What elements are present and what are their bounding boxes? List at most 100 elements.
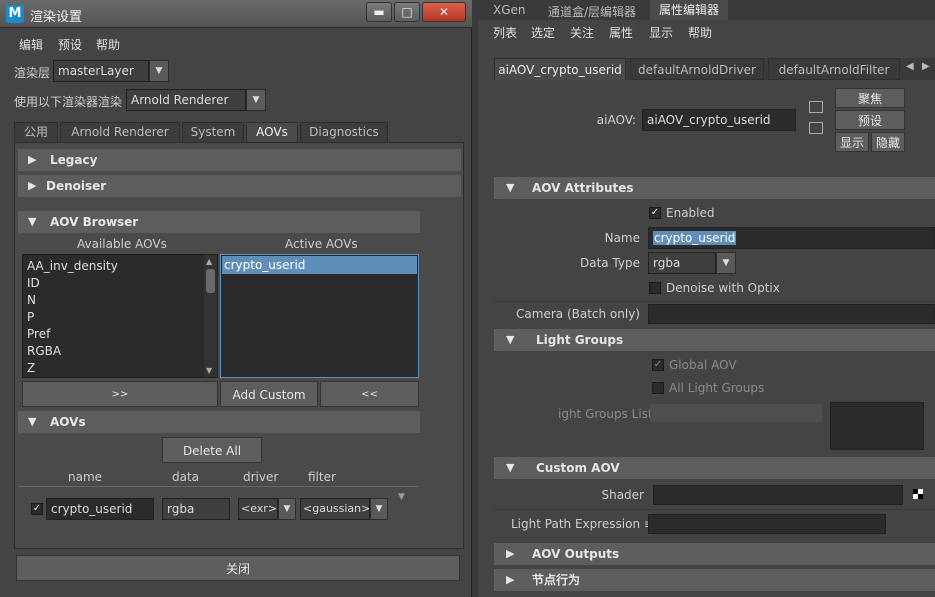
scroll-up-icon[interactable]: ▲ <box>206 257 212 266</box>
output-connection-icon[interactable] <box>809 122 823 134</box>
active-aovs-list[interactable]: crypto_userid <box>220 254 419 378</box>
input-connection-icon[interactable] <box>809 101 823 113</box>
triangle-right-icon: ▶ <box>28 153 37 166</box>
section-light-groups[interactable]: ▼ Light Groups <box>494 329 935 351</box>
menu-list[interactable]: 列表 <box>493 24 517 41</box>
chevron-down-icon[interactable]: ▼ <box>716 252 736 274</box>
node-name-label: aiAOV: <box>596 113 636 127</box>
list-item[interactable]: crypto_userid <box>224 258 305 272</box>
global-aov-checkbox[interactable]: ✓ <box>652 359 664 371</box>
section-aov-outputs[interactable]: ▶ AOV Outputs <box>494 543 935 565</box>
menu-selected[interactable]: 选定 <box>531 24 555 41</box>
column-header-driver: driver <box>243 470 279 484</box>
delete-all-button[interactable]: Delete All <box>162 437 262 463</box>
tab-xgen[interactable]: XGen <box>493 3 526 17</box>
minimize-button[interactable]: ▬ <box>366 2 392 22</box>
list-item[interactable]: Pref <box>27 327 50 341</box>
scrollbar-thumb[interactable] <box>206 269 215 293</box>
light-groups-list-box[interactable] <box>830 402 924 450</box>
scroll-left-icon[interactable]: ◀ <box>906 61 914 72</box>
scroll-down-icon[interactable]: ▼ <box>206 366 212 375</box>
menu-focus[interactable]: 关注 <box>570 24 594 41</box>
chevron-down-icon[interactable]: ▼ <box>370 498 388 520</box>
node-name-field[interactable]: aiAOV_crypto_userid <box>642 109 796 131</box>
render-settings-dialog: M 渲染设置 ▬ □ ✕ 编辑 预设 帮助 渲染层 masterLayer ▼ … <box>0 0 472 597</box>
presets-button[interactable]: 预设 <box>835 110 905 130</box>
menu-attributes[interactable]: 属性 <box>609 24 633 41</box>
list-item[interactable]: ID <box>27 276 40 290</box>
menu-help[interactable]: 帮助 <box>96 36 120 53</box>
all-light-groups-checkbox[interactable] <box>652 382 664 394</box>
tab-arnold-renderer[interactable]: Arnold Renderer <box>60 122 180 142</box>
available-aovs-label: Available AOVs <box>77 237 167 251</box>
remove-aov-button[interactable]: << <box>320 381 419 407</box>
renderer-dropdown[interactable]: Arnold Renderer <box>126 89 246 111</box>
chevron-down-icon[interactable]: ▼ <box>398 492 405 502</box>
top-tab-bar: XGen 通道盒/层编辑器 属性编辑器 <box>478 0 935 20</box>
enabled-checkbox[interactable]: ✓ <box>649 207 661 219</box>
aov-enabled-checkbox[interactable]: ✓ <box>31 503 43 515</box>
active-aovs-label: Active AOVs <box>285 237 358 251</box>
tab-diagnostics[interactable]: Diagnostics <box>300 122 388 142</box>
camera-input[interactable] <box>648 304 935 324</box>
scroll-right-icon[interactable]: ▶ <box>922 61 930 72</box>
node-tab-aov[interactable]: aiAOV_crypto_userid <box>494 58 626 80</box>
aov-name-field[interactable]: crypto_userid <box>46 498 154 520</box>
focus-button[interactable]: 聚焦 <box>835 88 905 108</box>
tab-common[interactable]: 公用 <box>14 122 58 142</box>
list-item[interactable]: RGBA <box>27 344 61 358</box>
maximize-button[interactable]: □ <box>394 2 420 22</box>
list-item[interactable]: N <box>27 293 36 307</box>
title-bar[interactable]: M 渲染设置 ▬ □ ✕ <box>0 0 472 28</box>
shader-input[interactable] <box>653 485 903 505</box>
section-legacy[interactable]: ▶ Legacy <box>18 149 461 171</box>
menu-help[interactable]: 帮助 <box>688 24 712 41</box>
column-header-filter: filter <box>308 470 336 484</box>
menu-edit[interactable]: 编辑 <box>19 36 43 53</box>
section-node-behavior[interactable]: ▶ 节点行为 <box>494 569 935 591</box>
available-aovs-list[interactable]: AA_inv_density ID N P Pref RGBA Z ▲ ▼ <box>22 254 218 378</box>
section-aovs[interactable]: ▼ AOVs <box>18 411 420 433</box>
section-aov-browser[interactable]: ▼ AOV Browser <box>18 211 420 233</box>
shader-label: Shader <box>601 488 644 502</box>
hide-button[interactable]: 隐藏 <box>871 132 905 152</box>
render-layer-dropdown[interactable]: masterLayer <box>53 60 149 82</box>
list-item[interactable]: AA_inv_density <box>27 259 118 273</box>
aov-driver-dropdown[interactable]: <exr> <box>238 498 278 520</box>
tab-channel-box[interactable]: 通道盒/层编辑器 <box>548 3 636 20</box>
aov-filter-dropdown[interactable]: <gaussian> <box>300 498 370 520</box>
lpe-input[interactable] <box>648 514 886 534</box>
divider <box>494 509 935 510</box>
node-tab-filter[interactable]: defaultArnoldFilter <box>768 58 900 80</box>
close-window-button[interactable]: ✕ <box>422 2 466 22</box>
data-type-dropdown[interactable]: rgba <box>648 252 716 274</box>
node-tab-bar: aiAOV_crypto_userid defaultArnoldDriver … <box>494 58 935 80</box>
triangle-down-icon: ▼ <box>506 181 515 194</box>
show-button[interactable]: 显示 <box>835 132 869 152</box>
chevron-down-icon[interactable]: ▼ <box>246 89 266 111</box>
list-item[interactable]: P <box>27 310 34 324</box>
tab-aovs[interactable]: AOVs <box>246 122 298 142</box>
tab-system[interactable]: System <box>182 122 244 142</box>
tab-attribute-editor[interactable]: 属性编辑器 <box>650 0 728 20</box>
menu-show[interactable]: 显示 <box>649 24 673 41</box>
chevron-down-icon[interactable]: ▼ <box>149 60 169 82</box>
chevron-down-icon[interactable]: ▼ <box>278 498 296 520</box>
section-custom-aov[interactable]: ▼ Custom AOV <box>494 457 935 479</box>
checker-icon[interactable] <box>913 489 923 499</box>
triangle-down-icon: ▼ <box>506 333 515 346</box>
scrollbar[interactable]: ▲ ▼ <box>204 255 217 377</box>
aov-name-input[interactable]: crypto_userid <box>648 227 935 249</box>
section-aov-attributes[interactable]: ▼ AOV Attributes <box>494 177 935 199</box>
light-groups-list-input[interactable] <box>650 404 822 422</box>
node-tab-driver[interactable]: defaultArnoldDriver <box>630 58 764 80</box>
lpe-label: Light Path Expression ≡ <box>511 517 654 531</box>
list-item[interactable]: Z <box>27 361 35 375</box>
aov-data-field[interactable]: rgba <box>162 498 230 520</box>
menu-presets[interactable]: 预设 <box>58 36 82 53</box>
add-aov-button[interactable]: >> <box>22 381 218 407</box>
section-denoiser[interactable]: ▶ Denoiser <box>18 175 461 197</box>
denoise-checkbox[interactable] <box>649 282 661 294</box>
close-button[interactable]: 关闭 <box>16 555 460 581</box>
add-custom-button[interactable]: Add Custom <box>220 381 318 407</box>
